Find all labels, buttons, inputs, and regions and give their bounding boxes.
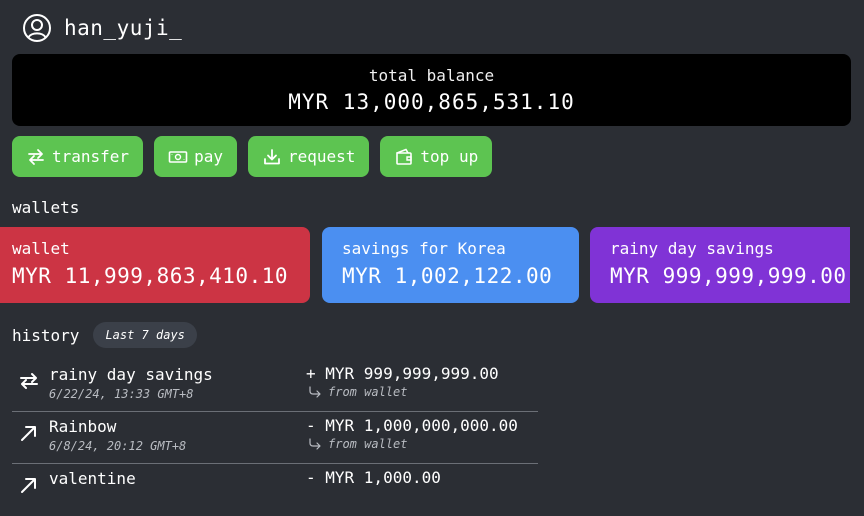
wallets-heading: wallets [12,198,80,217]
wallets-carousel[interactable]: wallet MYR 11,999,863,410.10 savings for… [0,227,850,303]
download-icon [262,148,282,166]
pay-button[interactable]: pay [154,136,237,177]
transfer-label: transfer [52,147,130,166]
top-up-label: top up [420,147,479,166]
transfer-arrows-icon [18,371,40,391]
request-button[interactable]: request [247,136,370,177]
history-row-amount: - MYR 1,000.00 [306,468,441,487]
history-row-source: from wallet [308,385,407,399]
wallet-card-amount: MYR 1,002,122.00 [342,264,553,288]
history-row-amount: - MYR 1,000,000,000.00 [306,416,518,435]
total-balance-label: total balance [368,66,495,85]
user-header[interactable]: han_yuji_ [22,12,182,44]
history-row-source: from wallet [308,437,407,451]
history-row-source-label: from wallet [328,437,408,451]
wallet-card-name: wallet [12,239,70,258]
transfer-button[interactable]: transfer [12,136,144,177]
user-circle-icon[interactable] [22,13,52,43]
history-row[interactable]: rainy day savings 6/22/24, 13:33 GMT+8 +… [12,360,538,412]
history-header: history Last 7 days [12,322,197,348]
history-list: rainy day savings 6/22/24, 13:33 GMT+8 +… [12,360,538,516]
arrow-up-right-icon [18,423,40,443]
transfer-arrows-icon [26,148,46,166]
top-up-button[interactable]: top up [380,136,493,177]
wallet-icon [394,147,414,167]
history-row-title: Rainbow [49,417,117,436]
history-row-time: 6/8/24, 20:12 GMT+8 [49,439,187,453]
username: han_yuji_ [64,16,183,40]
history-row-title: rainy day savings [49,365,213,384]
wallet-card[interactable]: savings for Korea MYR 1,002,122.00 [322,227,579,303]
wallet-card-name: rainy day savings [610,239,774,258]
history-row[interactable]: Rainbow 6/8/24, 20:12 GMT+8 - MYR 1,000,… [12,412,538,464]
wallet-card-name: savings for Korea [342,239,506,258]
history-row-amount: + MYR 999,999,999.00 [306,364,499,383]
arrow-up-right-icon [18,475,40,495]
history-row[interactable]: valentine - MYR 1,000.00 [12,464,538,516]
wallet-card[interactable]: rainy day savings MYR 999,999,999.00 [590,227,850,303]
wallet-card-amount: MYR 11,999,863,410.10 [12,264,289,288]
wallet-card[interactable]: wallet MYR 11,999,863,410.10 [0,227,310,303]
history-heading: history [12,325,80,345]
cash-icon [168,149,188,165]
history-row-time: 6/22/24, 13:33 GMT+8 [49,387,194,401]
pay-label: pay [194,147,223,166]
wallet-card-amount: MYR 999,999,999.00 [610,264,847,288]
history-row-title: valentine [49,469,136,488]
total-balance-card: total balance MYR 13,000,865,531.10 [12,54,851,126]
history-row-source-label: from wallet [328,385,408,399]
return-arrow-icon [309,438,321,450]
date-range-badge[interactable]: Last 7 days [93,322,197,348]
return-arrow-icon [309,386,321,398]
action-bar: transfer pay request top up [12,136,493,177]
request-label: request [287,147,356,166]
total-balance-value: MYR 13,000,865,531.10 [288,90,575,114]
